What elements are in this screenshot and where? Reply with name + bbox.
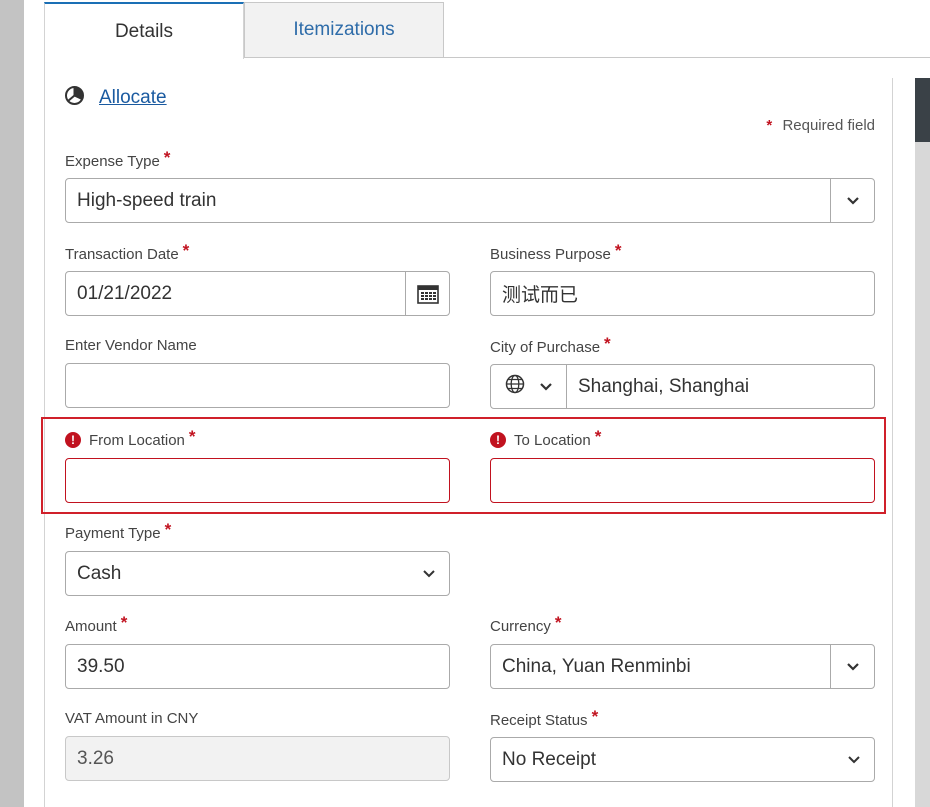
allocate-action[interactable]: Allocate	[64, 85, 167, 111]
city-of-purchase-input[interactable]: Shanghai, Shanghai	[490, 364, 875, 409]
vat-amount-field: 3.26	[65, 736, 450, 781]
vat-amount-label: VAT Amount in CNY	[65, 710, 198, 727]
transaction-date-value: 01/21/2022	[77, 282, 173, 304]
amount-value: 39.50	[77, 655, 125, 677]
scrollbar-thumb[interactable]	[915, 78, 930, 142]
vendor-name-label-text: Enter Vendor Name	[65, 337, 197, 354]
chevron-down-icon	[539, 376, 553, 398]
window-gutter	[0, 0, 24, 807]
tab-itemizations-label: Itemizations	[293, 19, 395, 40]
error-icon: !	[65, 432, 81, 448]
vendor-name-input[interactable]	[65, 363, 450, 408]
city-of-purchase-value: Shanghai, Shanghai	[578, 375, 750, 397]
receipt-status-value: No Receipt	[502, 748, 596, 770]
required-star: *	[163, 148, 171, 167]
chevron-down-icon	[409, 569, 449, 579]
vat-amount-value: 3.26	[77, 747, 114, 769]
required-star: *	[554, 613, 562, 632]
vat-amount-label-text: VAT Amount in CNY	[65, 710, 199, 727]
tab-details-label: Details	[114, 20, 174, 42]
expense-type-select[interactable]: High-speed train	[65, 178, 875, 223]
required-star: *	[164, 520, 172, 539]
currency-value: China, Yuan Renminbi	[502, 655, 691, 677]
city-of-purchase-label-text: City of Purchase	[490, 338, 601, 356]
amount-label: Amount *	[65, 613, 128, 636]
currency-label: Currency *	[490, 613, 562, 636]
required-star: *	[188, 427, 196, 446]
tab-details[interactable]: Details	[44, 2, 244, 59]
currency-select[interactable]: China, Yuan Renminbi	[490, 644, 875, 689]
expense-type-label: Expense Type *	[65, 148, 171, 171]
required-star: *	[604, 334, 611, 353]
currency-label-text: Currency	[490, 617, 551, 635]
expense-type-label-text: Expense Type	[65, 152, 160, 170]
required-star: *	[614, 241, 622, 260]
error-icon: !	[490, 432, 506, 448]
required-star: *	[594, 427, 602, 446]
business-purpose-input[interactable]: 测试而已	[490, 271, 875, 316]
required-star: *	[182, 241, 190, 260]
calendar-icon[interactable]	[405, 272, 449, 315]
from-location-label-text: From Location	[89, 431, 185, 449]
panel-border-right	[892, 78, 893, 807]
business-purpose-value: 测试而已	[502, 285, 579, 306]
transaction-date-label-text: Transaction Date	[65, 245, 179, 263]
required-star: *	[591, 707, 599, 726]
allocate-link[interactable]: Allocate	[99, 87, 167, 109]
from-location-input[interactable]	[65, 458, 450, 503]
payment-type-label: Payment Type *	[65, 520, 172, 543]
required-star: *	[766, 117, 773, 134]
receipt-status-label-text: Receipt Status	[490, 711, 588, 729]
tab-bar-divider	[443, 57, 930, 58]
required-field-note: * Required field	[766, 117, 875, 134]
amount-input[interactable]: 39.50	[65, 644, 450, 689]
city-of-purchase-label: City of Purchase *	[490, 334, 611, 357]
receipt-status-select[interactable]: No Receipt	[490, 737, 875, 782]
to-location-input[interactable]	[490, 458, 875, 503]
required-star: *	[120, 613, 128, 632]
business-purpose-label-text: Business Purpose	[490, 245, 611, 263]
pie-chart-icon	[64, 85, 85, 111]
to-location-label-text: To Location	[514, 431, 591, 449]
tab-itemizations[interactable]: Itemizations	[244, 2, 444, 58]
transaction-date-label: Transaction Date *	[65, 241, 190, 264]
receipt-status-label: Receipt Status *	[490, 707, 599, 730]
payment-type-select[interactable]: Cash	[65, 551, 450, 596]
location-picker-button[interactable]	[491, 365, 567, 408]
scrollbar-track[interactable]	[915, 78, 930, 807]
from-location-label: ! From Location *	[65, 427, 196, 450]
transaction-date-input[interactable]: 01/21/2022	[65, 271, 450, 316]
payment-type-label-text: Payment Type	[65, 524, 161, 542]
globe-icon	[505, 374, 525, 400]
required-field-text: Required field	[782, 117, 875, 134]
business-purpose-label: Business Purpose *	[490, 241, 622, 264]
to-location-label: ! To Location *	[490, 427, 602, 450]
vendor-name-label: Enter Vendor Name	[65, 337, 197, 354]
amount-label-text: Amount	[65, 617, 117, 635]
chevron-down-icon[interactable]	[830, 179, 874, 222]
chevron-down-icon	[834, 755, 874, 765]
chevron-down-icon[interactable]	[830, 645, 874, 688]
expense-type-value: High-speed train	[77, 189, 217, 211]
payment-type-value: Cash	[77, 562, 122, 584]
